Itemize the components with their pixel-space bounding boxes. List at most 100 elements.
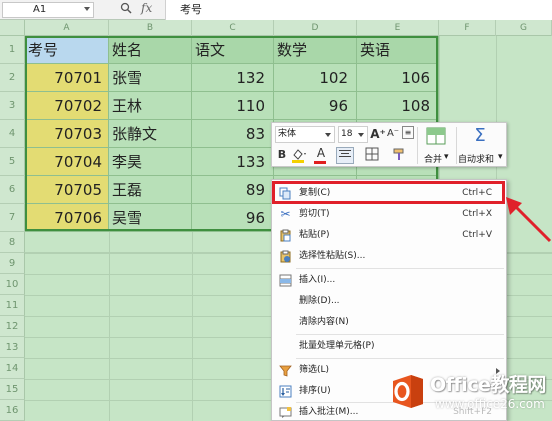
row-header-9[interactable]: 9: [0, 253, 25, 274]
cell-d1-header[interactable]: 数学: [274, 36, 357, 64]
menu-separator: [296, 358, 504, 359]
row-header-8[interactable]: 8: [0, 232, 25, 253]
row-header-7[interactable]: 7: [0, 204, 25, 232]
row-header-1[interactable]: 1: [0, 36, 25, 64]
filter-icon: [279, 364, 292, 377]
row-header-15[interactable]: 15: [0, 379, 25, 400]
table-cell[interactable]: 102: [274, 64, 357, 92]
toolbar-separator: [417, 127, 418, 164]
table-cell[interactable]: 83: [192, 120, 274, 148]
merge-cells-icon[interactable]: [425, 127, 447, 147]
row-header-3[interactable]: 3: [0, 92, 25, 120]
menu-separator: [296, 334, 504, 335]
scissors-icon: ✂: [280, 207, 291, 221]
table-cell[interactable]: 70703: [25, 120, 109, 148]
table-cell[interactable]: 王林: [109, 92, 192, 120]
menu-item-paste[interactable]: 粘贴(P) Ctrl+V: [272, 225, 506, 246]
table-cell[interactable]: 106: [357, 64, 439, 92]
chevron-down-icon[interactable]: ▾: [498, 152, 503, 162]
fx-icon[interactable]: fx: [141, 1, 152, 15]
chevron-down-icon[interactable]: [358, 133, 364, 137]
menu-item-clear-contents[interactable]: 清除内容(N): [272, 312, 506, 333]
paste-icon: [279, 229, 292, 242]
menu-item-label: 删除(D)...: [299, 296, 340, 306]
row-header-10[interactable]: 10: [0, 274, 25, 295]
table-cell[interactable]: 王磊: [109, 176, 192, 204]
magnifier-icon[interactable]: [120, 2, 132, 17]
table-cell[interactable]: 张雪: [109, 64, 192, 92]
row-header-14[interactable]: 14: [0, 358, 25, 379]
table-cell[interactable]: 吴雪: [109, 204, 192, 232]
floating-format-toolbar: 宋体 18 A⁺ A⁻ ≡ B A 合并 ▾ Σ 自动求和 ▾: [271, 122, 507, 167]
column-header-e[interactable]: E: [357, 20, 439, 36]
cell-e1-header[interactable]: 英语: [357, 36, 439, 64]
table-cell[interactable]: 133: [192, 148, 274, 176]
grow-font-icon[interactable]: A⁺: [370, 126, 386, 142]
table-cell[interactable]: 李昊: [109, 148, 192, 176]
chevron-down-icon[interactable]: [325, 133, 331, 137]
autosum-button-label[interactable]: 自动求和: [458, 152, 494, 165]
merge-button-label[interactable]: 合并: [424, 152, 442, 165]
font-color-swatch: [314, 161, 326, 164]
table-cell[interactable]: 70705: [25, 176, 109, 204]
menu-item-cut[interactable]: ✂ 剪切(T) Ctrl+X: [272, 204, 506, 225]
chevron-down-icon[interactable]: [84, 7, 90, 11]
table-cell[interactable]: 70702: [25, 92, 109, 120]
menu-item-delete[interactable]: 删除(D)...: [272, 291, 506, 312]
column-header-c[interactable]: C: [192, 20, 274, 36]
row-header-11[interactable]: 11: [0, 295, 25, 316]
name-box-value: A1: [33, 4, 47, 15]
table-cell[interactable]: 70704: [25, 148, 109, 176]
row-header-6[interactable]: 6: [0, 176, 25, 204]
fill-color-icon[interactable]: [290, 147, 308, 168]
table-cell[interactable]: 108: [357, 92, 439, 120]
toolbar-separator: [456, 127, 457, 164]
name-box[interactable]: A1: [2, 2, 94, 18]
bold-icon[interactable]: B: [275, 147, 289, 163]
shrink-font-icon[interactable]: A⁻: [386, 126, 400, 142]
autosum-icon[interactable]: Σ: [470, 125, 490, 147]
row-header-5[interactable]: 5: [0, 148, 25, 176]
table-cell[interactable]: 96: [274, 92, 357, 120]
row-header-12[interactable]: 12: [0, 316, 25, 337]
cell-a1-header[interactable]: 考号: [25, 36, 109, 64]
office-logo-icon: [393, 375, 423, 408]
select-all-corner[interactable]: [0, 20, 25, 36]
align-center-icon[interactable]: [336, 147, 354, 164]
watermark-url: www.office26.com: [435, 397, 545, 411]
menu-item-batch-process[interactable]: 批量处理单元格(P): [272, 336, 506, 357]
column-header-d[interactable]: D: [274, 20, 357, 36]
font-name-select[interactable]: 宋体: [275, 126, 335, 143]
row-header-2[interactable]: 2: [0, 64, 25, 92]
sort-icon: [279, 385, 292, 398]
menu-item-insert[interactable]: 插入(I)...: [272, 270, 506, 291]
table-cell[interactable]: 70706: [25, 204, 109, 232]
table-cell[interactable]: 70701: [25, 64, 109, 92]
menu-item-label: 剪切(T): [299, 209, 330, 219]
row-header-13[interactable]: 13: [0, 337, 25, 358]
table-cell[interactable]: 张静文: [109, 120, 192, 148]
table-cell[interactable]: 110: [192, 92, 274, 120]
column-header-bar: A B C D E F G: [0, 20, 552, 36]
column-header-f[interactable]: F: [439, 20, 496, 36]
chevron-down-icon[interactable]: ▾: [444, 152, 449, 162]
column-header-b[interactable]: B: [109, 20, 192, 36]
watermark: Office教程网 www.office26.com: [385, 364, 552, 421]
row-header-4[interactable]: 4: [0, 120, 25, 148]
borders-menu-icon[interactable]: ≡: [402, 126, 414, 139]
column-header-g[interactable]: G: [496, 20, 552, 36]
table-cell[interactable]: 96: [192, 204, 274, 232]
cell-c1-header[interactable]: 语文: [192, 36, 274, 64]
cell-b1-header[interactable]: 姓名: [109, 36, 192, 64]
borders-icon[interactable]: [362, 147, 382, 166]
table-cell[interactable]: 132: [192, 64, 274, 92]
menu-item-paste-special[interactable]: 选择性粘贴(S)...: [272, 246, 506, 267]
font-size-select[interactable]: 18: [338, 126, 368, 143]
font-color-icon[interactable]: A: [312, 145, 330, 164]
column-header-a[interactable]: A: [25, 20, 109, 36]
format-painter-icon[interactable]: [392, 147, 406, 166]
menu-item-shortcut: Ctrl+X: [462, 209, 492, 219]
formula-input[interactable]: 考号: [165, 0, 552, 20]
row-header-16[interactable]: 16: [0, 400, 25, 421]
table-cell[interactable]: 89: [192, 176, 274, 204]
